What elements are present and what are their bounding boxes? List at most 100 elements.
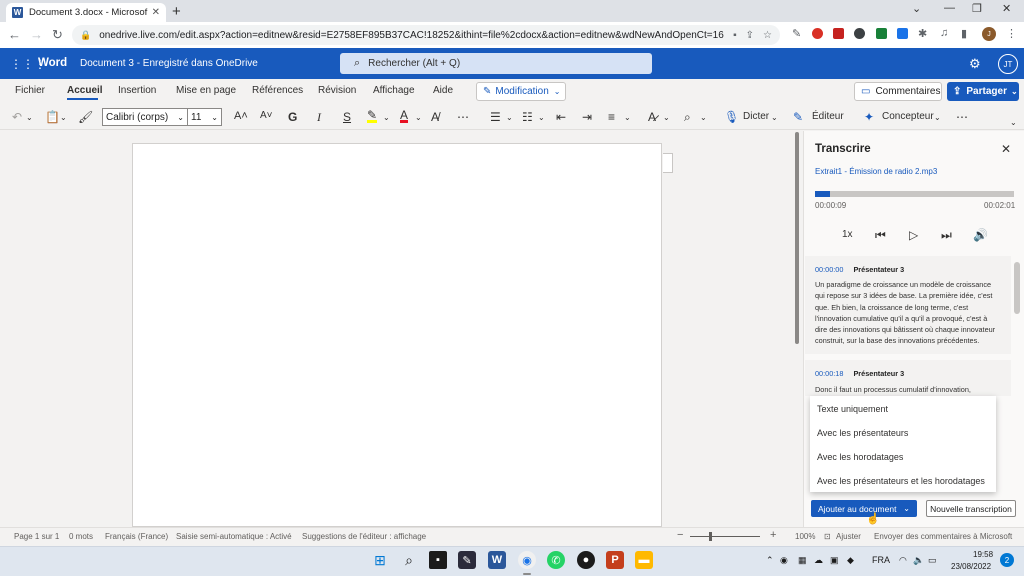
address-bar[interactable]: 🔒 onedrive.live.com/edit.aspx?action=edi… — [72, 25, 780, 45]
tab-accueil[interactable]: Accueil — [67, 85, 103, 96]
zoom-slider-thumb[interactable] — [709, 532, 712, 541]
settings-gear-icon[interactable]: ⚙ — [969, 56, 981, 72]
chrome-menu-icon[interactable]: ⋮ — [1006, 27, 1017, 40]
transcript-entry[interactable]: 00:00:18 Présentateur 3 Donc il faut un … — [805, 360, 1011, 396]
document-scroll-thumb[interactable] — [795, 132, 799, 344]
format-painter-icon[interactable]: 🖌 — [78, 110, 93, 124]
entry-timestamp[interactable]: 00:00:00 — [815, 265, 843, 274]
menu-item-with-speakers[interactable]: Avec les présentateurs — [817, 428, 908, 438]
highlight-dropdown-icon[interactable]: ⌄ — [383, 113, 390, 122]
tab-insertion[interactable]: Insertion — [118, 85, 156, 96]
share-button[interactable]: ⇪ Partager ⌄ — [947, 82, 1019, 101]
editing-mode-dropdown[interactable]: ✎ Modification ⌄ — [476, 82, 566, 101]
new-transcription-button[interactable]: Nouvelle transcription — [926, 500, 1016, 517]
notifications-icon[interactable]: 2 — [1000, 553, 1014, 567]
clipboard-dropdown-icon[interactable]: ⌄ — [60, 113, 67, 122]
menu-item-speakers-and-timestamps[interactable]: Avec les présentateurs et les horodatage… — [817, 476, 985, 486]
comments-button[interactable]: ▭ Commentaires — [854, 82, 942, 101]
tab-fichier[interactable]: Fichier — [15, 85, 45, 96]
new-tab-icon[interactable]: + — [172, 3, 181, 20]
tab-references[interactable]: Références — [252, 85, 303, 96]
document-name[interactable]: Document 3 - Enregistré dans OneDrive — [80, 58, 258, 69]
add-to-document-button[interactable]: Ajouter au document ⌄ — [811, 500, 917, 517]
wifi-icon[interactable]: ◠ — [899, 555, 907, 566]
designer-icon[interactable]: ✦ — [864, 110, 874, 124]
transcript-entry[interactable]: 00:00:00 Présentateur 3 Un paradigme de … — [805, 256, 1011, 355]
find-dropdown-icon[interactable]: ⌄ — [700, 113, 707, 122]
eyedropper-extension-icon[interactable]: ✎ — [792, 27, 801, 40]
highlight-icon[interactable]: ✎ — [367, 109, 378, 123]
designer-button[interactable]: Concepteur — [882, 111, 934, 122]
playback-speed-button[interactable]: 1x — [842, 229, 853, 240]
align-icon[interactable]: ≡ — [608, 110, 615, 124]
play-icon[interactable]: ▷ — [909, 228, 918, 242]
extensions-puzzle-icon[interactable]: ✱ — [918, 27, 927, 40]
battery-icon[interactable]: ▭ — [928, 555, 937, 566]
tab-search-icon[interactable]: ⌄ — [912, 2, 921, 15]
styles-icon[interactable]: A̷ — [648, 110, 656, 124]
more-toolbar-icon[interactable]: ⋯ — [956, 110, 968, 124]
find-icon[interactable]: ⌕ — [684, 110, 691, 125]
blue-extension-icon[interactable] — [897, 28, 908, 39]
zoom-level[interactable]: 100% — [795, 532, 815, 541]
taskbar-search-icon[interactable]: ⌕ — [400, 551, 418, 569]
fit-icon[interactable]: ⊡ — [824, 532, 831, 541]
file-explorer-icon[interactable]: ▬ — [635, 551, 653, 569]
maximize-icon[interactable]: ❐ — [972, 2, 982, 15]
tray-app-icon-2[interactable]: ▦ — [798, 555, 807, 566]
bookmark-star-icon[interactable]: ☆ — [763, 30, 772, 41]
undo-dropdown-icon[interactable]: ⌄ — [26, 113, 33, 122]
minimize-icon[interactable]: — — [944, 2, 955, 14]
task-view-icon[interactable]: ▪ — [429, 551, 447, 569]
zoom-out-icon[interactable]: − — [677, 529, 683, 541]
close-window-icon[interactable]: ✕ — [1002, 2, 1011, 15]
app-pen-icon[interactable]: ✎ — [458, 551, 476, 569]
tray-app-icon-4[interactable]: ◆ — [847, 555, 854, 566]
menu-item-with-timestamps[interactable]: Avec les horodatages — [817, 452, 903, 462]
tray-app-icon-3[interactable]: ▣ — [830, 555, 839, 566]
close-tab-icon[interactable]: ✕ — [152, 7, 160, 18]
camera-icon[interactable]: ▪ — [733, 30, 737, 41]
font-color-icon[interactable]: A — [400, 109, 409, 123]
editor-button[interactable]: Éditeur — [812, 111, 844, 122]
font-color-dropdown-icon[interactable]: ⌄ — [415, 113, 422, 122]
menu-item-text-only[interactable]: Texte uniquement — [817, 404, 888, 414]
clock-date[interactable]: 23/08/2022 — [951, 562, 991, 571]
styles-dropdown-icon[interactable]: ⌄ — [663, 113, 670, 122]
language-status[interactable]: Français (France) — [105, 532, 168, 541]
skip-back-icon[interactable]: ⏮ — [875, 228, 886, 243]
back-icon[interactable]: ← — [8, 27, 21, 42]
onedrive-icon[interactable]: ☁ — [814, 555, 823, 566]
designer-dropdown-icon[interactable]: ⌄ — [934, 113, 941, 122]
zoom-slider-track[interactable] — [690, 536, 760, 537]
reload-icon[interactable]: ↻ — [52, 27, 63, 43]
show-hidden-icons-icon[interactable]: ⌃ — [766, 555, 774, 566]
feedback-link[interactable]: Envoyer des commentaires à Microsoft — [874, 532, 1012, 541]
red-extension-icon[interactable] — [833, 28, 844, 39]
media-control-icon[interactable]: ♫ — [940, 27, 948, 39]
shrink-font-icon[interactable]: A˅ — [260, 110, 273, 121]
clock-time[interactable]: 19:58 — [973, 550, 993, 559]
entry-timestamp[interactable]: 00:00:18 — [815, 369, 843, 378]
microphone-icon[interactable]: 🎙 — [724, 110, 739, 124]
dictate-dropdown-icon[interactable]: ⌄ — [771, 113, 778, 122]
tab-revision[interactable]: Révision — [318, 85, 356, 96]
volume-icon[interactable]: 🔊 — [973, 228, 988, 242]
playback-progress-track[interactable] — [815, 191, 1014, 197]
tab-mise-en-page[interactable]: Mise en page — [176, 85, 236, 96]
whatsapp-taskbar-icon[interactable]: ✆ — [547, 551, 565, 569]
user-avatar[interactable]: JT — [998, 54, 1018, 74]
underline-button[interactable]: S — [343, 110, 351, 124]
word-count[interactable]: 0 mots — [69, 532, 93, 541]
autosave-status[interactable]: Saisie semi-automatique : Activé — [176, 532, 292, 541]
app-name[interactable]: Word — [38, 57, 67, 69]
fit-button[interactable]: Ajuster — [836, 532, 861, 541]
windows-start-icon[interactable]: ⊞ — [371, 551, 389, 569]
close-pane-icon[interactable]: ✕ — [1001, 142, 1011, 156]
speaker-icon[interactable]: 🔈 — [913, 555, 924, 566]
document-page[interactable] — [132, 143, 662, 527]
chrome-taskbar-icon[interactable]: ◉ — [518, 551, 536, 569]
dark-extension-icon[interactable] — [854, 28, 865, 39]
share-icon[interactable]: ⇪ — [746, 30, 754, 41]
dark-app-taskbar-icon[interactable]: ● — [577, 551, 595, 569]
